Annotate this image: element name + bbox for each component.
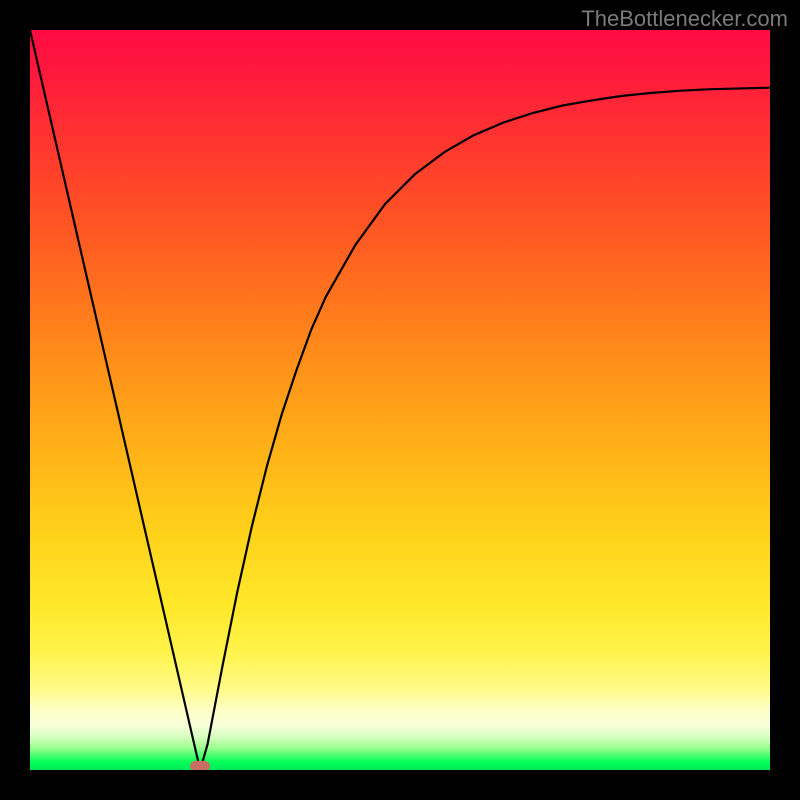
plot-area <box>30 30 770 770</box>
attribution-label: TheBottlenecker.com <box>581 6 788 32</box>
bottleneck-curve <box>30 30 770 770</box>
min-marker <box>190 761 210 770</box>
chart-frame: TheBottlenecker.com <box>0 0 800 800</box>
